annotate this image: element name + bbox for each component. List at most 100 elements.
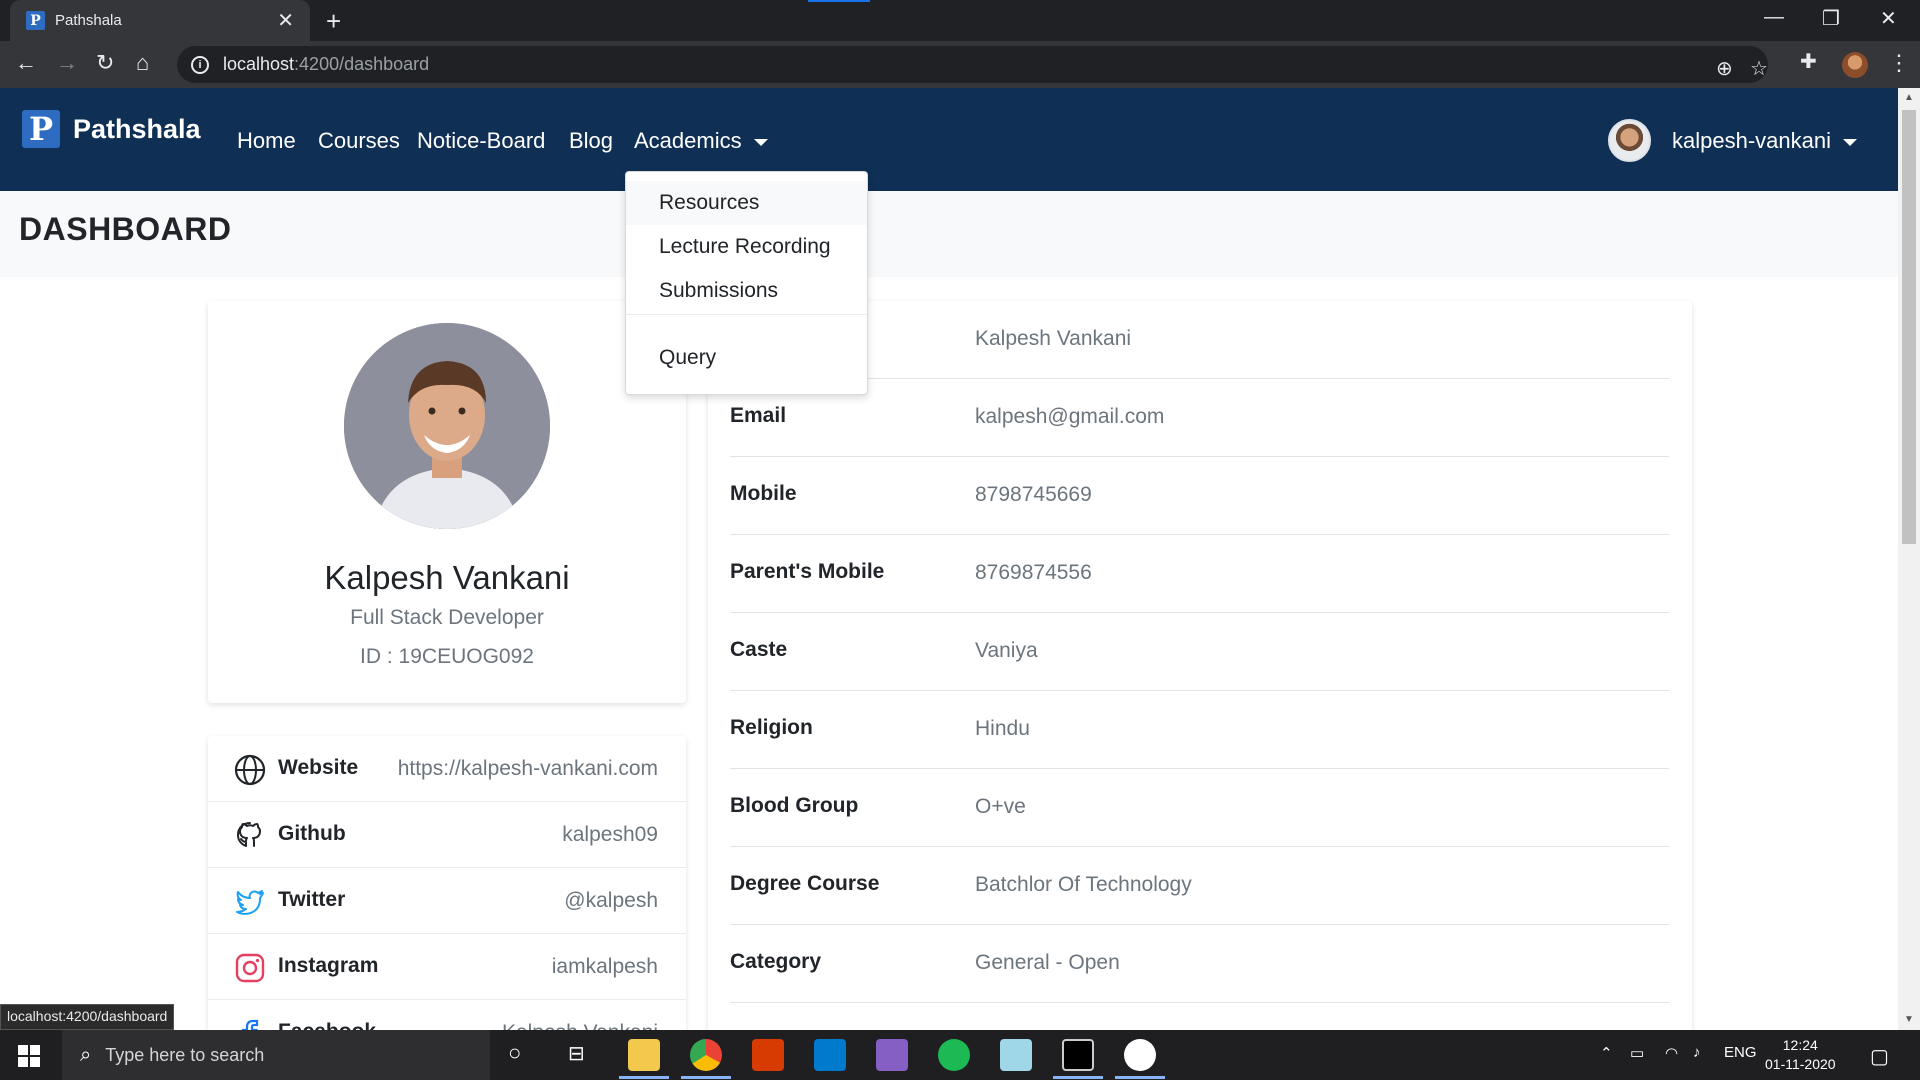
detail-label: Caste (730, 638, 788, 661)
restore-icon[interactable]: ❐ (1822, 6, 1840, 31)
social-value[interactable]: kalpesh09 (562, 823, 658, 847)
detail-row-mobile: Mobile 8798745669 (730, 457, 1669, 535)
cortana-icon[interactable]: ○ (508, 1040, 521, 1066)
globe-icon (234, 754, 266, 786)
social-row-website[interactable]: Website https://kalpesh-vankani.com (208, 736, 686, 802)
page-header: DASHBOARD (0, 191, 1898, 277)
menu-divider (626, 314, 867, 315)
notepad-icon[interactable] (1000, 1039, 1032, 1071)
home-icon[interactable]: ⌂ (136, 52, 149, 74)
nav-link-blog[interactable]: Blog (569, 128, 613, 154)
user-menu-toggle[interactable]: kalpesh-vankani (1672, 128, 1857, 154)
scroll-up-icon[interactable]: ▲ (1904, 92, 1914, 103)
page-scrollbar[interactable]: ▲ ▼ (1898, 88, 1920, 1030)
taskbar-clock[interactable]: 12:24 01-11-2020 (1765, 1036, 1836, 1074)
nav-link-academics[interactable]: Academics (634, 128, 768, 154)
vscode-icon[interactable] (814, 1039, 846, 1071)
detail-row-name: Kalpesh Vankani (730, 301, 1669, 379)
menu-item-lecture-recording[interactable]: Lecture Recording (626, 225, 867, 269)
language-indicator[interactable]: ENG (1724, 1044, 1757, 1061)
detail-row-parents-mobile: Parent's Mobile 8769874556 (730, 535, 1669, 613)
active-app-indicator (681, 1076, 731, 1079)
twitter-icon (236, 890, 264, 915)
wifi-icon[interactable]: ◠ (1665, 1044, 1678, 1062)
spotify-icon[interactable] (938, 1039, 970, 1071)
social-row-github[interactable]: Github kalpesh09 (208, 802, 686, 868)
tab-accent (808, 0, 870, 2)
close-window-icon[interactable]: ✕ (1880, 6, 1897, 31)
detail-label: Religion (730, 716, 813, 739)
github-icon (237, 822, 261, 847)
brand[interactable]: P Pathshala (22, 110, 201, 148)
menu-item-submissions[interactable]: Submissions (626, 269, 867, 313)
page-title: DASHBOARD (19, 211, 232, 247)
profile-name: Kalpesh Vankani (324, 559, 570, 596)
chrome-icon[interactable] (690, 1039, 722, 1071)
browser-tab[interactable]: P Pathshala ✕ (10, 0, 310, 41)
close-tab-icon[interactable]: ✕ (277, 11, 294, 31)
visual-studio-icon[interactable] (876, 1039, 908, 1071)
bookmark-star-icon[interactable]: ☆ (1750, 56, 1768, 81)
minimize-icon[interactable]: — (1764, 6, 1784, 29)
zoom-icon[interactable]: ⊕ (1716, 56, 1733, 81)
favicon: P (26, 11, 45, 30)
new-tab-icon[interactable]: + (326, 8, 341, 34)
nav-link-notice-board[interactable]: Notice-Board (417, 128, 545, 154)
page-viewport: P Pathshala Home Courses Notice-Board Bl… (0, 88, 1898, 1030)
profile-role: Full Stack Developer (350, 606, 544, 629)
clock-date: 01-11-2020 (1765, 1056, 1836, 1072)
social-label: Github (278, 822, 346, 845)
academics-dropdown-menu: Resources Lecture Recording Submissions … (625, 171, 868, 395)
extensions-icon[interactable]: ✚ (1800, 52, 1817, 72)
volume-icon[interactable]: ♪ (1693, 1044, 1701, 1061)
menu-item-resources[interactable]: Resources (626, 181, 867, 225)
nav-link-home[interactable]: Home (237, 128, 296, 154)
battery-icon[interactable]: ▭ (1630, 1044, 1644, 1062)
info-icon[interactable]: i (191, 55, 209, 74)
windows-start-icon[interactable] (18, 1045, 40, 1067)
active-app-indicator (619, 1076, 669, 1079)
social-value[interactable]: https://kalpesh-vankani.com (398, 757, 658, 781)
tab-title: Pathshala (55, 12, 122, 29)
user-name: kalpesh-vankani (1672, 128, 1831, 153)
detail-value: Vaniya (975, 639, 1038, 662)
detail-label: Category (730, 950, 822, 973)
detail-row-email: Email kalpesh@gmail.com (730, 379, 1669, 457)
scrollbar-thumb[interactable] (1902, 110, 1916, 544)
menu-kebab-icon[interactable]: ⋮ (1888, 52, 1910, 74)
detail-label: Mobile (730, 482, 797, 505)
social-label: Website (278, 756, 359, 779)
search-icon: ⌕ (80, 1043, 92, 1066)
scroll-down-icon[interactable]: ▼ (1904, 1014, 1914, 1025)
instagram-icon (235, 953, 265, 983)
task-view-icon[interactable]: ⊟ (568, 1041, 585, 1066)
user-avatar[interactable] (1608, 119, 1651, 162)
browser-profile-avatar[interactable] (1842, 52, 1868, 78)
social-value[interactable]: @kalpesh (564, 889, 658, 913)
reload-icon[interactable]: ↻ (96, 52, 114, 74)
social-value[interactable]: Kalpesh Vankani (502, 1021, 658, 1030)
file-explorer-icon[interactable] (628, 1039, 660, 1071)
office-icon[interactable] (752, 1039, 784, 1071)
terminal-icon[interactable] (1062, 1039, 1094, 1071)
detail-value: 8798745669 (975, 483, 1092, 506)
mongodb-icon[interactable] (1124, 1039, 1156, 1071)
detail-row-category: Category General - Open (730, 925, 1669, 1003)
nav-link-courses[interactable]: Courses (318, 128, 400, 154)
detail-value: Hindu (975, 717, 1030, 740)
social-row-facebook[interactable]: Facebook Kalpesh Vankani (208, 1000, 686, 1030)
profile-id: ID : 19CEUOG092 (360, 645, 534, 668)
social-row-instagram[interactable]: Instagram iamkalpesh (208, 934, 686, 1000)
address-bar[interactable]: i localhost:4200/dashboard ⊕ ☆ (177, 46, 1768, 83)
social-value[interactable]: iamkalpesh (552, 955, 658, 979)
detail-value: 8769874556 (975, 561, 1092, 584)
chevron-up-icon[interactable]: ⌃ (1600, 1044, 1613, 1062)
taskbar-search-box[interactable]: ⌕ Type here to search (62, 1030, 490, 1080)
back-icon[interactable]: ← (15, 52, 37, 74)
social-row-twitter[interactable]: Twitter @kalpesh (208, 868, 686, 934)
forward-icon[interactable]: → (56, 52, 78, 74)
menu-item-query[interactable]: Query (626, 336, 867, 380)
notification-icon[interactable]: ▢ (1870, 1044, 1889, 1069)
detail-label: Email (730, 404, 787, 427)
academics-label: Academics (634, 128, 742, 153)
